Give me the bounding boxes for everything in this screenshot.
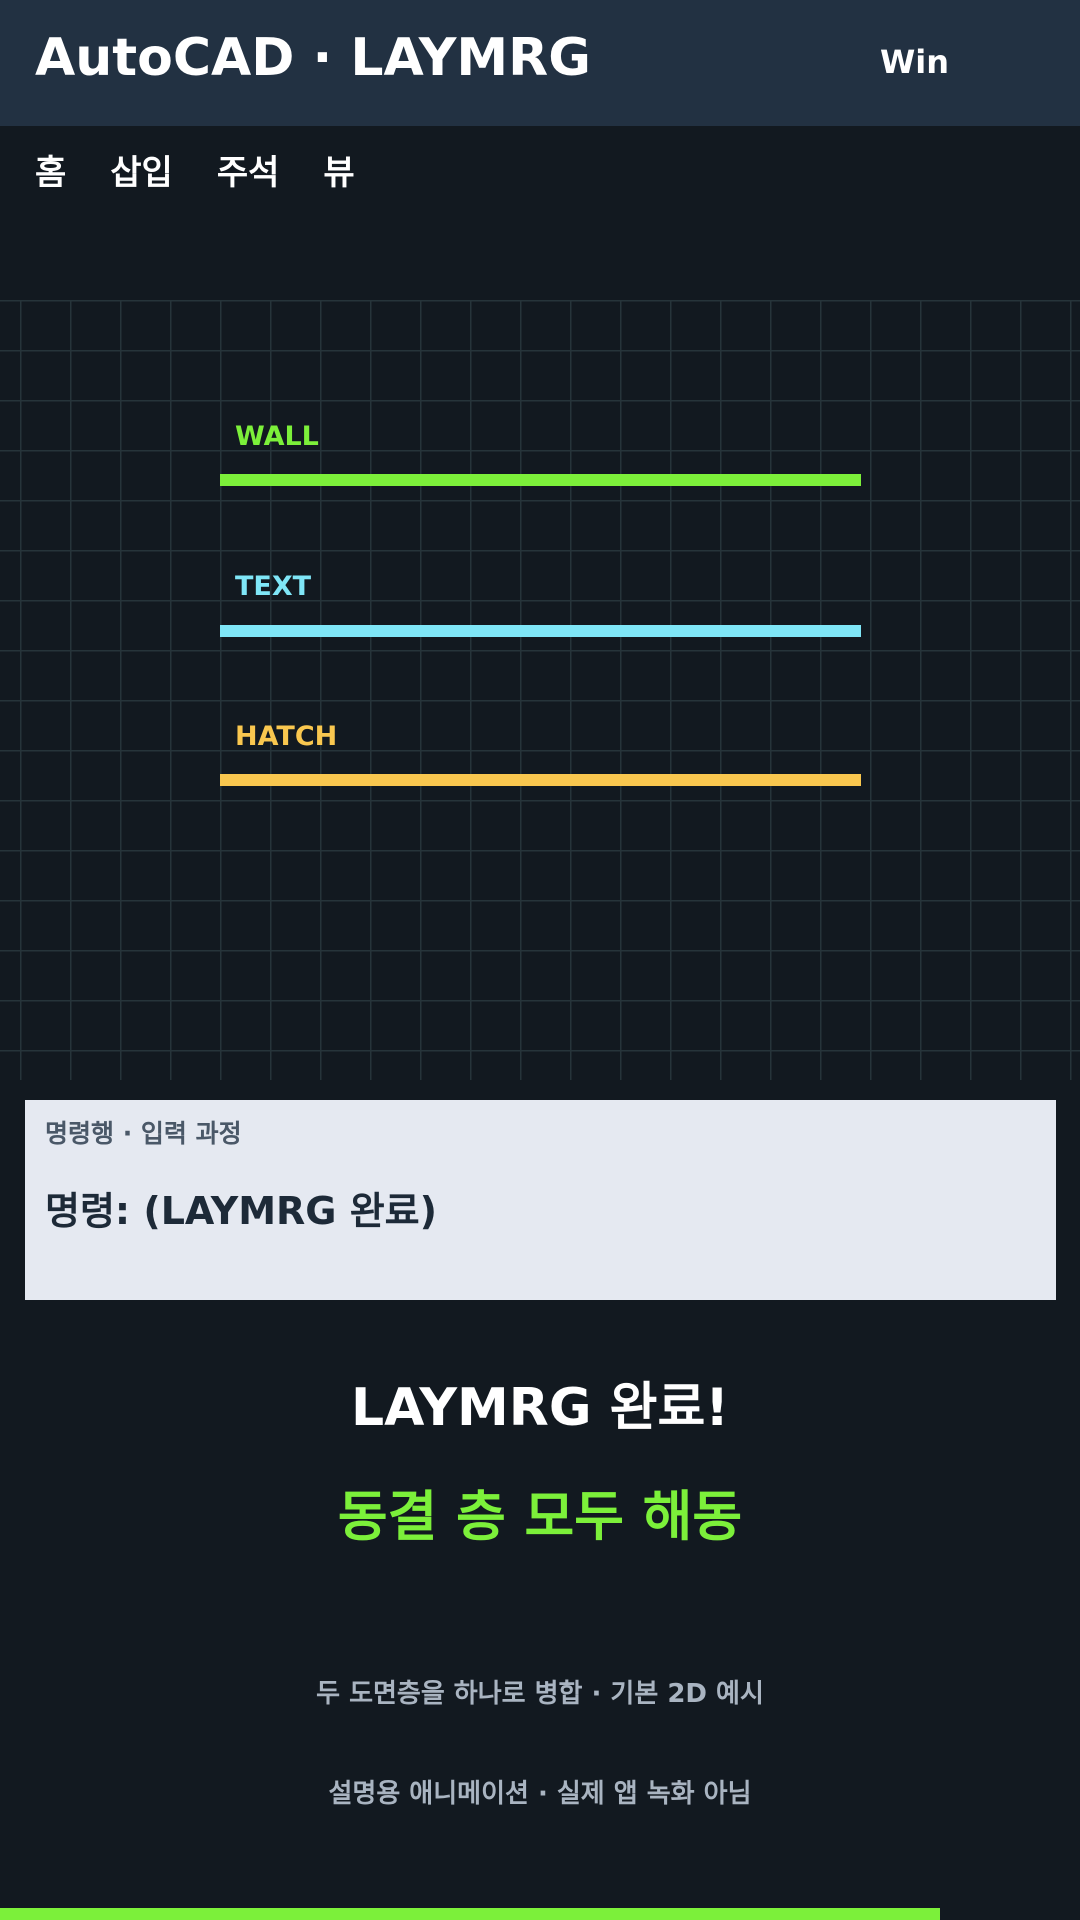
command-line-caption: 명령행 · 입력 과정 [45,1119,242,1148]
command-line-panel: 명령행 · 입력 과정 명령: (LAYMRG 완료) [25,1100,1056,1300]
note-line-1: 두 도면층을 하나로 병합 · 기본 2D 예시 [316,1679,764,1709]
layer-line-hatch[interactable] [220,774,861,786]
layer-label-hatch: HATCH [235,721,338,752]
tab-home[interactable]: 홈 [35,148,66,198]
ribbon-tabs: 홈 삽입 주석 뷰 [35,148,399,198]
tab-insert[interactable]: 삽입 [110,148,173,198]
app-title: AutoCAD · LAYMRG [35,28,591,88]
progress-bar [0,1908,1080,1920]
title-bar: AutoCAD · LAYMRG Win [0,0,1080,126]
command-line-text[interactable]: 명령: (LAYMRG 완료) [45,1186,437,1236]
result-subtitle: 동결 층 모두 해동 [337,1485,743,1548]
tab-annotate[interactable]: 주석 [217,148,280,198]
platform-label: Win [880,43,950,81]
layer-label-wall: WALL [235,421,319,452]
layer-line-text[interactable] [220,625,861,637]
tab-view[interactable]: 뷰 [323,148,354,198]
drawing-canvas[interactable]: WALL TEXT HATCH [0,300,1080,1080]
result-title: LAYMRG 완료! [350,1378,730,1438]
layer-label-text: TEXT [235,571,312,602]
progress-bar-fill [0,1908,940,1920]
layer-line-wall[interactable] [220,474,861,486]
note-line-2: 설명용 애니메이션 · 실제 앱 녹화 아님 [328,1779,752,1809]
